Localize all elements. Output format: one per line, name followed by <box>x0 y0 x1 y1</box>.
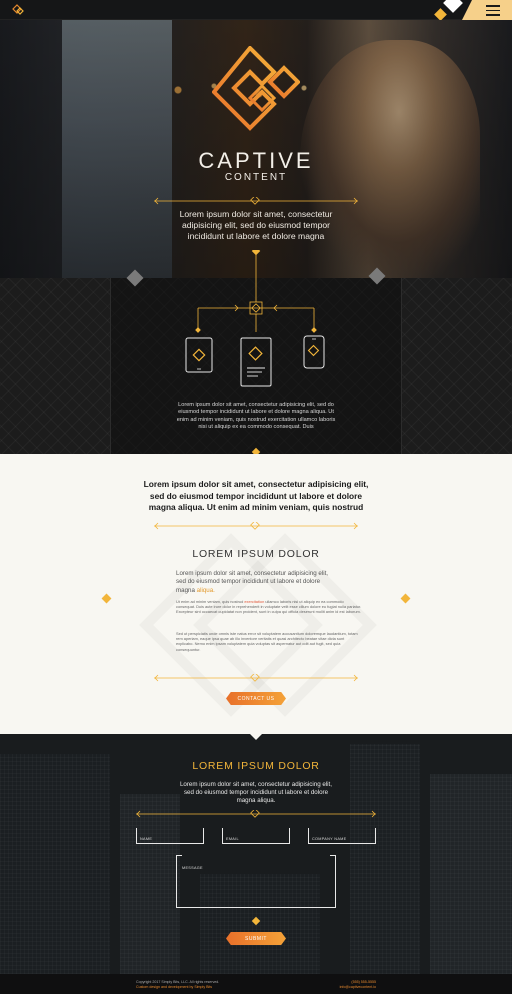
desktop-icon <box>240 337 272 387</box>
about-paragraph-3: Sed ut perspiciatis unde omnis iste natu… <box>176 631 358 652</box>
about-heading: LOREM IPSUM DOLOR <box>192 548 320 560</box>
brand-name: CAPTIVE <box>198 148 314 173</box>
name-field[interactable]: NAME <box>136 828 204 844</box>
about-divider-bottom <box>154 674 358 682</box>
contact-intro: Lorem ipsum dolor sit amet, consectetur … <box>179 781 332 804</box>
services-text: Lorem ipsum dolor sit amet, consectetur … <box>176 402 336 431</box>
devices-diagram <box>185 250 325 387</box>
logo-mark-small-icon[interactable] <box>12 4 24 16</box>
company-name-field[interactable]: COMPANY NAME <box>308 828 376 844</box>
about-lead-text: Lorem ipsum dolor sit amet, consectetur … <box>143 479 369 513</box>
menu-area <box>432 0 512 21</box>
phone-icon <box>303 335 325 369</box>
about-paragraph-2: Ut enim ad minim veniam, quis nostrud ex… <box>176 599 362 615</box>
hero-divider <box>154 197 358 205</box>
message-field[interactable]: MESSAGE <box>176 855 336 908</box>
about-divider <box>154 522 358 530</box>
footer-credit-link[interactable]: Custom design and development by Simply … <box>136 985 212 989</box>
about-paragraph-1: Lorem ipsum dolor sit amet, consectetur … <box>176 570 329 594</box>
hero-text: Lorem ipsum dolor sit amet, consectetur … <box>179 209 333 241</box>
footer-copyright: Copyright 2017 Simply Bits, LLC. All rig… <box>136 980 220 984</box>
email-field[interactable]: EMAIL <box>222 828 290 844</box>
contact-heading: LOREM IPSUM DOLOR <box>192 760 320 772</box>
footer: Copyright 2017 Simply Bits, LLC. All rig… <box>0 974 512 994</box>
footer-email[interactable]: info@captivecontent.io <box>340 985 376 989</box>
top-bar <box>0 0 512 21</box>
logo-mark-icon <box>212 46 300 131</box>
footer-phone[interactable]: (555) 555-5555 <box>351 980 376 984</box>
submit-button[interactable]: SUBMIT <box>226 932 286 945</box>
tablet-icon <box>185 337 213 373</box>
contact-us-button[interactable]: CONTACT US <box>226 692 286 705</box>
brand-tagline: CONTENT <box>224 172 288 183</box>
contact-divider <box>136 810 376 818</box>
